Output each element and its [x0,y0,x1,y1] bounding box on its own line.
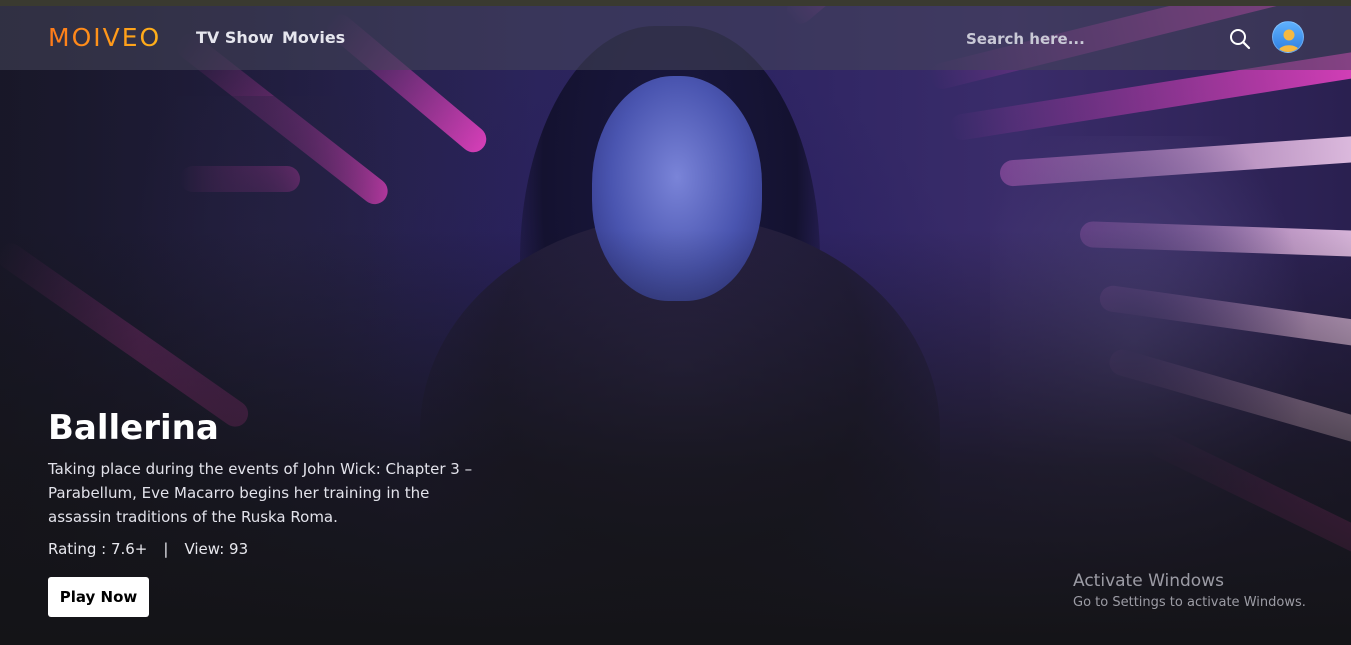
nav-link-tv-show[interactable]: TV Show [196,28,274,47]
movie-description: Taking place during the events of John W… [48,460,473,526]
user-avatar-icon[interactable] [1272,21,1304,53]
watermark-title: Activate Windows [1073,571,1224,591]
hero-content: Ballerina Taking place during the events… [48,405,488,617]
brand-logo[interactable]: MOIVEO [48,23,161,52]
movie-title: Ballerina [48,408,219,448]
search-input[interactable] [966,24,1216,54]
top-navbar: MOIVEO TV Show Movies [0,6,1351,70]
search-icon[interactable] [1228,27,1252,51]
watermark-subtitle: Go to Settings to activate Windows. [1073,595,1306,610]
nav-link-movies[interactable]: Movies [282,28,345,47]
windows-activation-watermark: Activate Windows Go to Settings to activ… [1073,570,1306,614]
rating-label: Rating : 7.6+ [48,540,148,558]
movie-meta: Rating : 7.6+ | View: 93 [48,537,488,561]
views-label: View: 93 [184,540,249,558]
play-now-button[interactable]: Play Now [48,577,149,617]
meta-separator: | [163,540,169,558]
